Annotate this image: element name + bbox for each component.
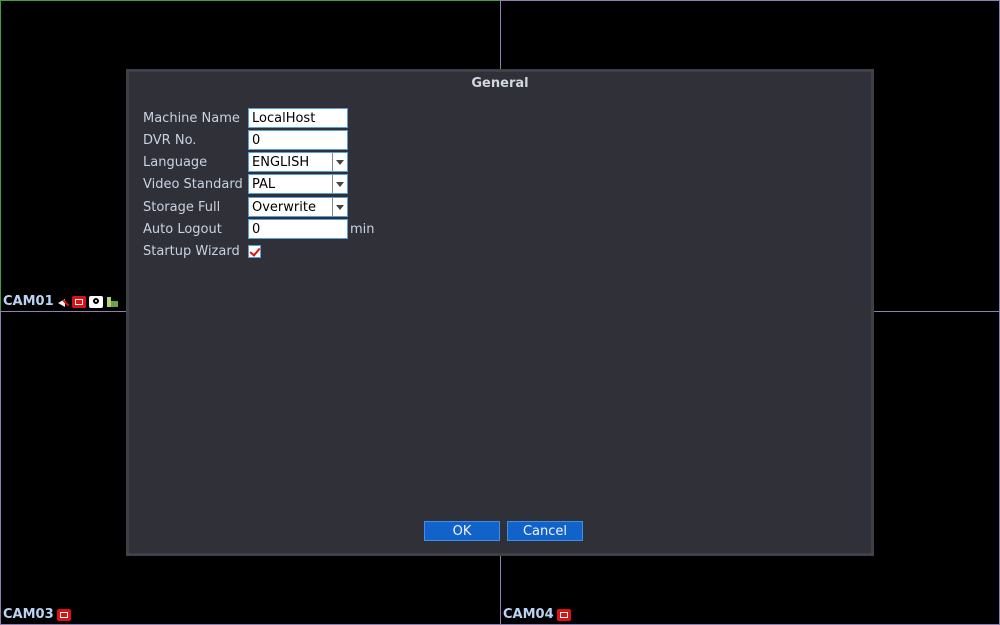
video-standard-row: Video Standard PAL [143, 174, 348, 194]
recording-icon [56, 608, 71, 621]
general-settings-dialog: General Machine Name LocalHost DVR No. 0… [126, 69, 874, 556]
camera-label-cam01: CAM01 [3, 294, 118, 309]
storage-full-row: Storage Full Overwrite [143, 197, 348, 217]
machine-name-row: Machine Name LocalHost [143, 108, 348, 128]
startup-wizard-checkbox[interactable] [248, 244, 261, 258]
auto-logout-row: Auto Logout 0 min [143, 219, 375, 239]
ok-button[interactable]: OK [424, 521, 500, 541]
auto-logout-label: Auto Logout [143, 221, 222, 237]
storage-full-value: Overwrite [252, 199, 316, 215]
cancel-button[interactable]: Cancel [507, 521, 583, 541]
recording-icon [556, 608, 571, 621]
recording-icon [71, 295, 86, 308]
auto-logout-unit: min [350, 221, 375, 237]
auto-logout-input[interactable]: 0 [248, 219, 348, 239]
video-standard-value: PAL [252, 176, 276, 192]
camera-label-cam04: CAM04 [503, 607, 571, 622]
dialog-title: General [471, 76, 529, 91]
camera-name: CAM03 [3, 607, 54, 622]
video-standard-label: Video Standard [143, 176, 243, 192]
dvr-no-label: DVR No. [143, 132, 197, 148]
storage-full-select[interactable]: Overwrite [248, 197, 348, 217]
camera-label-cam03: CAM03 [3, 607, 71, 622]
video-standard-select[interactable]: PAL [248, 174, 348, 194]
dropdown-arrow-icon[interactable] [332, 198, 347, 216]
dvr-no-row: DVR No. 0 [143, 130, 348, 150]
language-label: Language [143, 154, 208, 170]
language-select[interactable]: ENGLISH [248, 152, 348, 172]
network-icon [106, 296, 118, 308]
startup-wizard-row: Startup Wizard [143, 241, 261, 261]
muted-speaker-icon [57, 296, 69, 308]
machine-name-label: Machine Name [143, 110, 240, 126]
camera-name: CAM01 [3, 294, 54, 309]
snapshot-camera-icon [88, 295, 103, 308]
camera-name: CAM04 [503, 607, 554, 622]
storage-full-label: Storage Full [143, 199, 221, 215]
dropdown-arrow-icon[interactable] [332, 175, 347, 193]
language-value: ENGLISH [252, 154, 310, 170]
dvr-no-input[interactable]: 0 [248, 130, 348, 150]
dropdown-arrow-icon[interactable] [332, 153, 347, 171]
startup-wizard-label: Startup Wizard [143, 243, 240, 259]
language-row: Language ENGLISH [143, 152, 348, 172]
machine-name-input[interactable]: LocalHost [248, 108, 348, 128]
